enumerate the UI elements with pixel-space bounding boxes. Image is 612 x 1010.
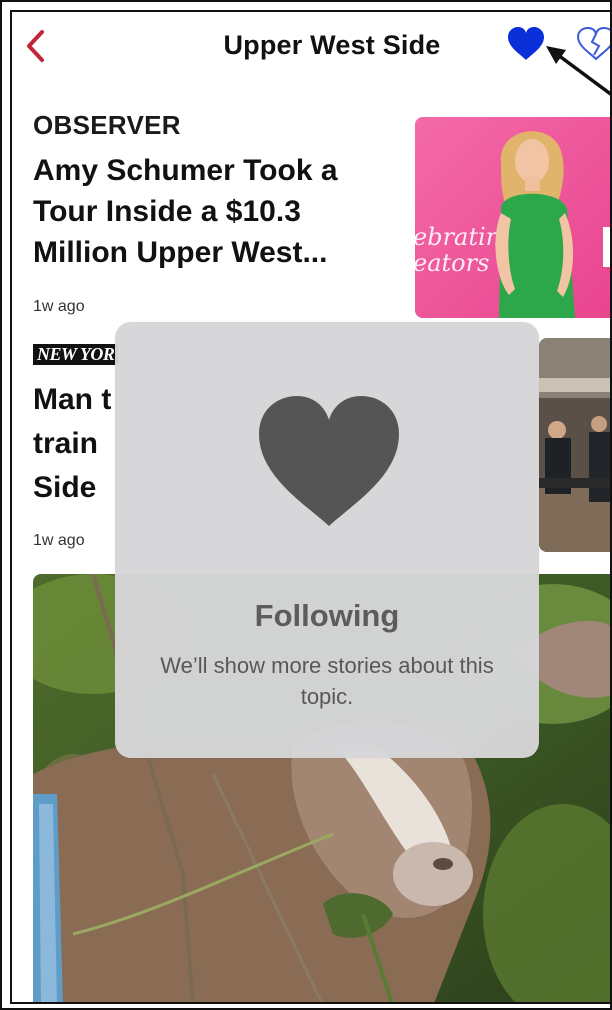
article-card[interactable]: OBSERVER Amy Schumer Took a Tour Inside … xyxy=(12,80,610,318)
follow-button[interactable] xyxy=(506,26,546,62)
thumbnail-banner-text: ebratin xyxy=(415,223,501,251)
article-thumbnail[interactable] xyxy=(539,338,610,552)
navigation-bar: Upper West Side xyxy=(12,12,610,80)
amy-schumer-photo-image: ebratin eators xyxy=(415,117,610,318)
article-timestamp: 1w ago xyxy=(33,298,85,315)
article-source: OBSERVER xyxy=(33,110,181,140)
article-source-logo: NEW YOR xyxy=(33,344,119,365)
article-timestamp: 1w ago xyxy=(33,532,85,549)
toast-message: We’ll show more stories about this topic… xyxy=(160,653,494,709)
toast-title: Following xyxy=(254,598,400,633)
app-screen: Upper West Side OBSERVER Amy Schumer Too… xyxy=(10,10,610,1004)
thumbnail-banner-text-2: eators xyxy=(415,249,489,277)
heart-icon xyxy=(259,396,399,526)
article-headline[interactable]: Amy Schumer Took a Tour Inside a $10.3 M… xyxy=(33,150,393,273)
heart-filled-icon xyxy=(508,27,544,60)
article-thumbnail[interactable]: ebratin eators xyxy=(415,117,610,318)
subway-photo-image xyxy=(539,338,610,552)
screenshot-frame: Upper West Side OBSERVER Amy Schumer Too… xyxy=(0,0,612,1010)
following-toast: Following We’ll show more stories about … xyxy=(115,322,539,758)
